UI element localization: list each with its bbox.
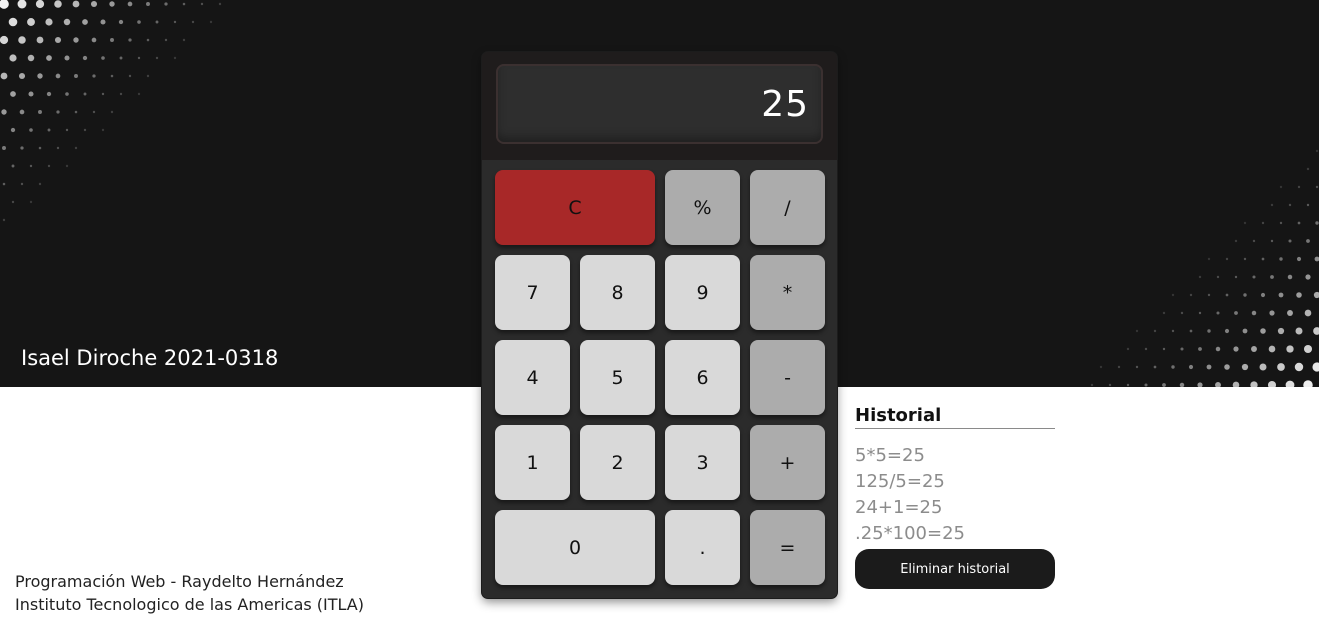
- history-title: Historial: [855, 405, 1055, 429]
- clear-button[interactable]: C: [495, 170, 655, 245]
- dot-pattern-top-left: [0, 0, 222, 222]
- digit-1-button[interactable]: 1: [495, 425, 570, 500]
- equals-button[interactable]: =: [750, 510, 825, 585]
- history-item: .25*100=25: [855, 523, 965, 544]
- decimal-button[interactable]: .: [665, 510, 740, 585]
- dot-pattern-bottom-right: [1090, 149, 1319, 387]
- digit-5-button[interactable]: 5: [580, 340, 655, 415]
- digit-8-button[interactable]: 8: [580, 255, 655, 330]
- plus-button[interactable]: +: [750, 425, 825, 500]
- calculator: 25 C % / 7 8 9 * 4 5 6 - 1 2 3 + 0 . =: [482, 52, 837, 598]
- multiply-button[interactable]: *: [750, 255, 825, 330]
- history-item: 5*5=25: [855, 445, 925, 466]
- footer: Programación Web - Raydelto Hernández In…: [15, 570, 364, 616]
- footer-institute: Instituto Tecnologico de las Americas (I…: [15, 595, 364, 614]
- digit-6-button[interactable]: 6: [665, 340, 740, 415]
- author-name: Isael Diroche 2021-0318: [21, 346, 279, 370]
- clear-history-button[interactable]: Eliminar historial: [855, 549, 1055, 589]
- footer-course: Programación Web - Raydelto Hernández: [15, 572, 344, 591]
- calculator-display: 25: [496, 64, 823, 144]
- digit-7-button[interactable]: 7: [495, 255, 570, 330]
- digit-3-button[interactable]: 3: [665, 425, 740, 500]
- history-item: 125/5=25: [855, 471, 945, 492]
- divide-button[interactable]: /: [750, 170, 825, 245]
- digit-4-button[interactable]: 4: [495, 340, 570, 415]
- digit-9-button[interactable]: 9: [665, 255, 740, 330]
- percent-button[interactable]: %: [665, 170, 740, 245]
- minus-button[interactable]: -: [750, 340, 825, 415]
- digit-0-button[interactable]: 0: [495, 510, 655, 585]
- history-panel: Historial 5*5=25 125/5=25 24+1=25 .25*10…: [855, 405, 1055, 547]
- history-list: 5*5=25 125/5=25 24+1=25 .25*100=25: [855, 443, 1055, 547]
- history-item: 24+1=25: [855, 497, 943, 518]
- digit-2-button[interactable]: 2: [580, 425, 655, 500]
